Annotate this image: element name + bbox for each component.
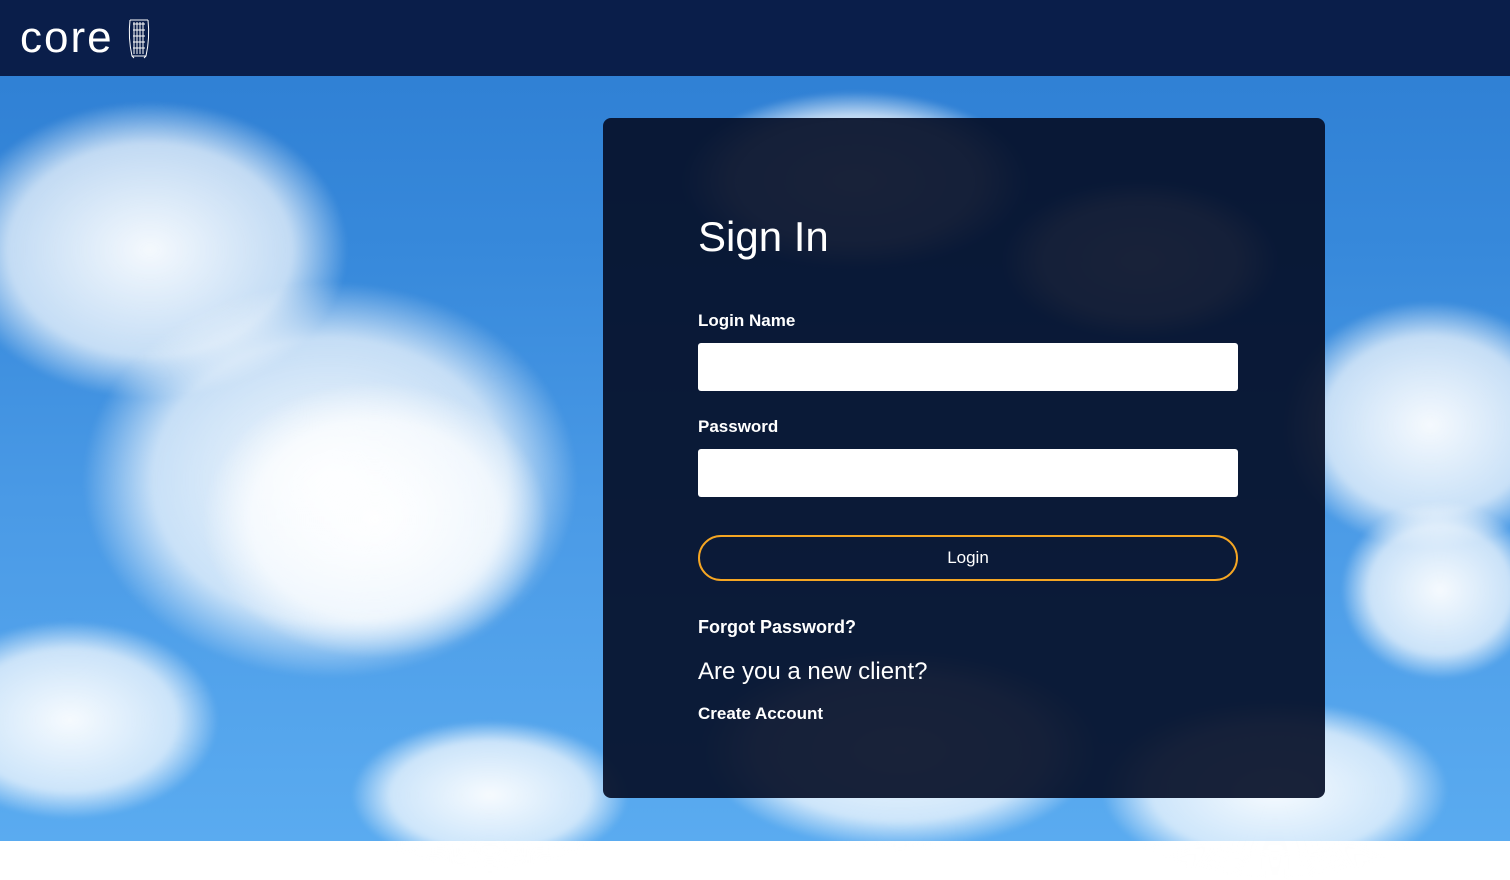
login-button[interactable]: Login <box>698 535 1238 581</box>
create-account-link[interactable]: Create Account <box>698 704 1230 724</box>
signin-title: Sign In <box>698 213 1230 261</box>
logo-text: core <box>20 13 114 63</box>
login-name-label: Login Name <box>698 311 1230 331</box>
new-client-prompt: Are you a new client? <box>698 658 1230 686</box>
harp-icon <box>126 16 154 60</box>
login-name-input[interactable] <box>698 343 1238 391</box>
header-bar: core <box>0 0 1510 76</box>
forgot-password-link[interactable]: Forgot Password? <box>698 617 1230 638</box>
logo: core <box>20 13 154 63</box>
password-label: Password <box>698 417 1230 437</box>
password-input[interactable] <box>698 449 1238 497</box>
login-card: Sign In Login Name Password Login Forgot… <box>603 118 1325 798</box>
